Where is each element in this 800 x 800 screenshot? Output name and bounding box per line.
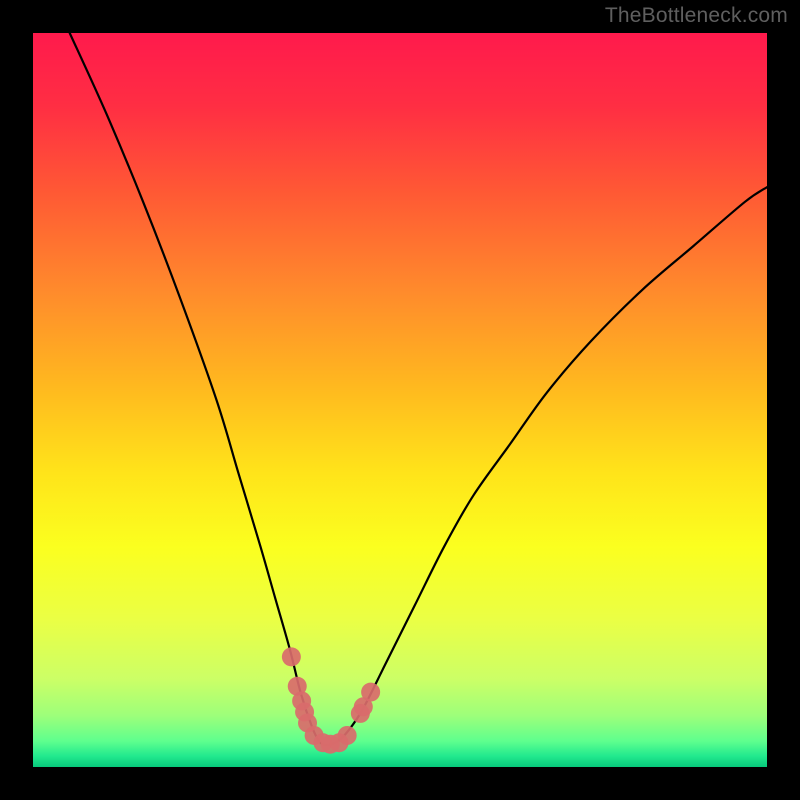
marker-dot — [338, 726, 357, 745]
bottleneck-chart — [33, 33, 767, 767]
marker-dot — [361, 683, 380, 702]
plot-area — [33, 33, 767, 767]
marker-dot — [282, 647, 301, 666]
watermark-text: TheBottleneck.com — [605, 4, 788, 28]
outer-frame: TheBottleneck.com — [0, 0, 800, 800]
gradient-background — [33, 33, 767, 767]
